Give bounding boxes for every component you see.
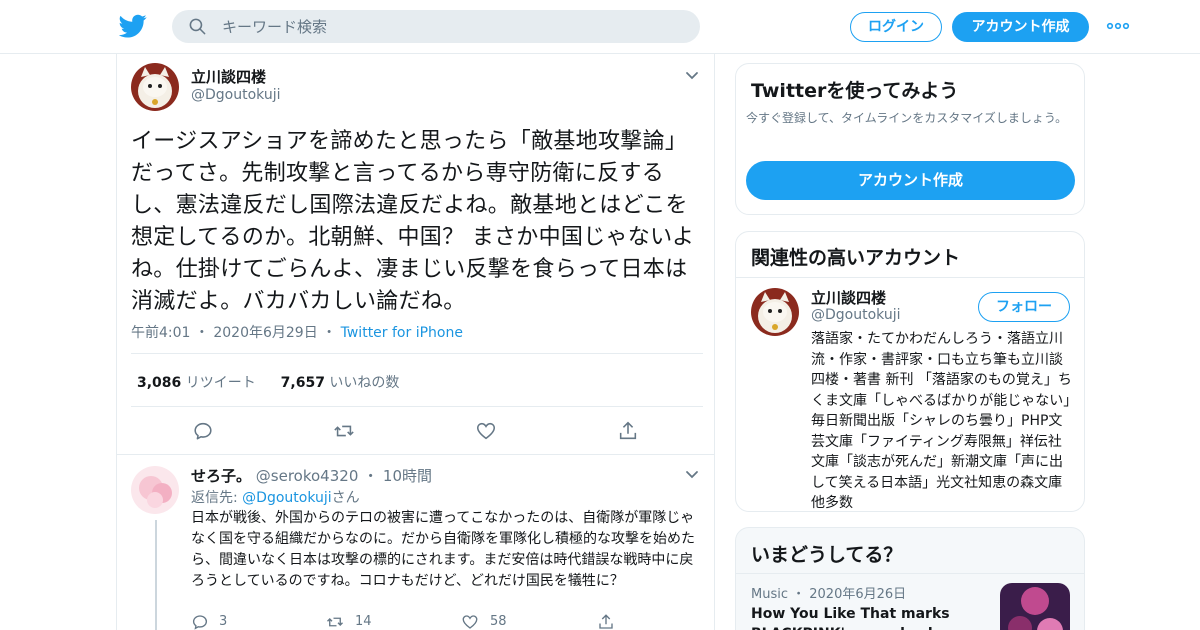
search-box[interactable] xyxy=(172,10,700,43)
reply-avatar[interactable] xyxy=(131,466,179,514)
trend-meta: Music ・ 2020年6月26日 xyxy=(751,587,907,602)
trends-card: いまどうしてる？ Music ・ 2020年6月26日 How You Like… xyxy=(735,527,1085,630)
reply-to: 返信先: @Dgoutokujiさん xyxy=(191,490,360,506)
top-bar: ログイン アカウント作成 xyxy=(0,0,1200,54)
author-avatar[interactable] xyxy=(131,63,179,111)
trend-headline[interactable]: How You Like That marks BLACKPINK's come… xyxy=(751,604,981,630)
tweet-meta: 午前4:01 ・ 2020年6月29日 ・ Twitter for iPhone xyxy=(131,325,463,341)
reply-time[interactable]: 10時間 xyxy=(383,467,432,485)
divider xyxy=(736,277,1084,278)
signup-button[interactable]: アカウント作成 xyxy=(746,161,1075,200)
like-icon[interactable] xyxy=(461,613,479,630)
card-title: 関連性の高いアカウント xyxy=(751,247,961,269)
divider xyxy=(117,454,714,455)
tweet-stats: 3,086 リツイート 7,657 いいねの数 xyxy=(137,372,399,392)
reply-author-handle[interactable]: @seroko4320 xyxy=(256,467,359,485)
retweet-icon[interactable] xyxy=(333,420,355,442)
tweet-column: 立川談四楼 @Dgoutokuji イージスアショアを諦めたと思ったら「敵基地攻… xyxy=(116,54,715,630)
card-title: いまどうしてる？ xyxy=(751,544,903,566)
search-input[interactable] xyxy=(222,10,682,43)
chevron-down-icon[interactable] xyxy=(685,470,699,480)
tweet-text: イージスアショアを諦めたと思ったら「敵基地攻撃論」だってさ。先制攻撃と言ってるか… xyxy=(131,129,695,314)
login-button[interactable]: ログイン xyxy=(850,12,942,42)
like-stat[interactable]: 7,657 いいねの数 xyxy=(281,375,400,391)
divider xyxy=(131,353,703,354)
chevron-down-icon[interactable] xyxy=(685,71,699,81)
reply-icon[interactable] xyxy=(191,613,209,630)
reply-author-name[interactable]: せろ子。 xyxy=(191,467,251,485)
trend-thumbnail[interactable] xyxy=(1000,583,1070,630)
try-twitter-card: Twitterを使ってみよう 今すぐ登録して、タイムラインをカスタマイズしましょ… xyxy=(735,63,1085,215)
retweet-icon[interactable] xyxy=(326,613,344,630)
related-accounts-card: 関連性の高いアカウント 立川談四楼 @Dgoutokuji フォロー 落語家・た… xyxy=(735,231,1085,512)
more-dots-icon[interactable] xyxy=(1106,18,1130,34)
divider xyxy=(736,573,1084,574)
tweet-time[interactable]: 午前4:01 xyxy=(131,325,190,341)
author-name[interactable]: 立川談四楼 xyxy=(191,66,266,87)
retweet-stat[interactable]: 3,086 リツイート xyxy=(137,375,256,391)
thread-line xyxy=(155,520,157,630)
follow-button[interactable]: フォロー xyxy=(978,292,1070,322)
reply-like-count: 58 xyxy=(490,614,507,629)
reply-to-handle[interactable]: @Dgoutokuji xyxy=(242,490,332,506)
account-name[interactable]: 立川談四楼 xyxy=(811,287,886,308)
share-icon[interactable] xyxy=(597,613,615,630)
reply-retweet-count: 14 xyxy=(355,614,372,629)
tweet-date[interactable]: 2020年6月29日 xyxy=(213,325,317,341)
card-subtitle: 今すぐ登録して、タイムラインをカスタマイズしましょう。 xyxy=(746,111,1068,125)
account-handle[interactable]: @Dgoutokuji xyxy=(811,307,901,323)
reply-text: 日本が戦後、外国からのテロの被害に遭ってこなかったのは、自衛隊が軍隊じゃなく国を… xyxy=(191,510,695,589)
author-handle[interactable]: @Dgoutokuji xyxy=(191,87,281,103)
reply-author[interactable]: せろ子。 @seroko4320 ・ 10時間 xyxy=(191,465,432,486)
account-avatar[interactable] xyxy=(751,288,799,336)
account-bio: 落語家・たてかわだんしろう・落語立川流・作家・書評家・口も立ち筆も立川談四楼・著… xyxy=(811,331,1072,511)
search-icon xyxy=(189,18,206,35)
card-title: Twitterを使ってみよう xyxy=(751,80,959,102)
share-icon[interactable] xyxy=(617,420,639,442)
reply-count: 3 xyxy=(219,614,228,629)
reply-icon[interactable] xyxy=(192,420,214,442)
twitter-bird-icon[interactable] xyxy=(119,12,147,40)
divider xyxy=(131,406,703,407)
signup-button[interactable]: アカウント作成 xyxy=(952,12,1089,42)
like-icon[interactable] xyxy=(475,420,497,442)
tweet-source[interactable]: Twitter for iPhone xyxy=(341,325,463,341)
